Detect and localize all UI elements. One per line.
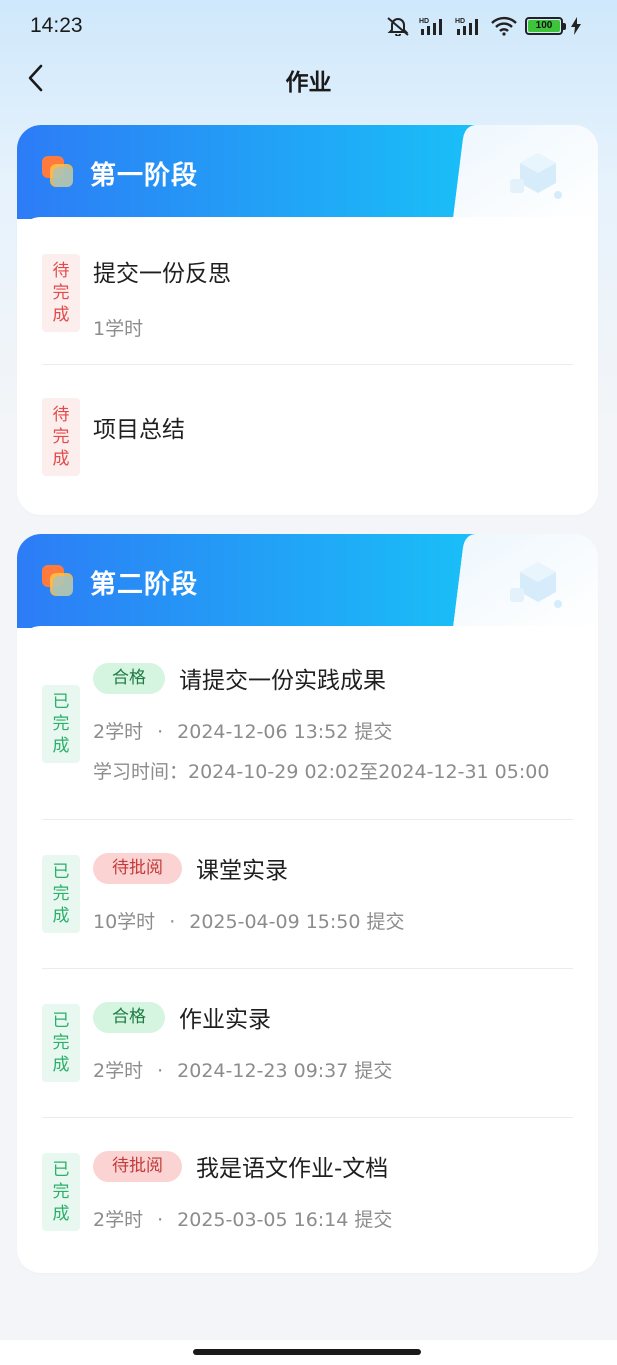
stage-body: 待完成 提交一份反思 1学时 待完成 项目总结: [17, 217, 598, 513]
status-char: 成: [52, 1204, 70, 1224]
stage-header: 第一阶段: [17, 125, 598, 219]
result-pill-pass: 合格: [93, 1001, 165, 1033]
task-title: 我是语文作业-文档: [196, 1156, 389, 1182]
status-tag-pending: 待完成: [42, 398, 80, 476]
task-item[interactable]: 待完成 项目总结: [42, 365, 573, 513]
task-meta: 10学时 · 2025-04-09 15:50 提交: [93, 907, 573, 934]
task-content: 待批阅 我是语文作业-文档 2学时 · 2025-03-05 16:14 提交: [93, 1149, 573, 1268]
status-char: 成: [52, 906, 70, 926]
hd-signal-icon: HD: [455, 18, 478, 35]
hours-text: 2学时: [93, 721, 144, 743]
task-item[interactable]: 已完成 待批阅 课堂实录 10学时 · 2025-04-09 15:50 提交: [42, 820, 573, 969]
hours-text: 2学时: [93, 1060, 144, 1082]
page-title: 作业: [285, 70, 332, 96]
status-char: 完: [52, 427, 70, 447]
submitted-text: 2025-04-09 15:50 提交: [189, 911, 405, 933]
status-char: 完: [52, 714, 70, 734]
result-pill-pass: 合格: [93, 662, 165, 694]
submitted-text: 2024-12-23 09:37 提交: [177, 1060, 393, 1082]
study-time: 学习时间：2024-10-29 02:02至2024-12-31 05:00: [93, 761, 550, 783]
task-meta: 2学时 · 2024-12-23 09:37 提交: [93, 1056, 573, 1083]
result-pill-review: 待批阅: [93, 1150, 182, 1182]
result-pill-review: 待批阅: [93, 852, 182, 884]
status-char: 完: [52, 283, 70, 303]
task-content: 合格 作业实录 2学时 · 2024-12-23 09:37 提交: [93, 1000, 573, 1117]
cube-decoration-icon: [510, 562, 562, 608]
task-meta: 2学时 · 2025-03-05 16:14 提交: [93, 1205, 573, 1232]
wifi-icon: [491, 16, 517, 36]
hours-text: 2学时: [93, 1209, 144, 1231]
status-tag-done: 已完成: [42, 1153, 80, 1231]
task-title: 请提交一份实践成果: [179, 668, 386, 694]
task-title: 项目总结: [93, 417, 185, 443]
hours-text: 1学时: [93, 318, 144, 340]
stage-title: 第一阶段: [90, 161, 199, 191]
status-tag-pending: 待完成: [42, 254, 80, 332]
stage-title: 第二阶段: [90, 570, 199, 600]
stage-icon: [42, 156, 73, 187]
task-title-row: 待批阅 我是语文作业-文档: [93, 1149, 573, 1183]
task-title: 提交一份反思: [93, 261, 231, 287]
task-hours: 1学时: [93, 314, 573, 341]
status-char: 已: [52, 862, 70, 882]
separator-dot: ·: [169, 911, 176, 933]
task-title: 课堂实录: [196, 858, 288, 884]
task-item[interactable]: 已完成 合格 请提交一份实践成果 2学时 · 2024-12-06 13:52 提交…: [42, 626, 573, 820]
stage-card-2: 第二阶段 已完成 合格 请提交一份实践成果 2学时 · 2024-12-06 13:…: [17, 534, 598, 1273]
status-char: 成: [52, 736, 70, 756]
status-tag-done: 已完成: [42, 1004, 80, 1082]
task-meta: 2学时 · 2024-12-06 13:52 提交: [93, 717, 573, 744]
task-item[interactable]: 已完成 待批阅 我是语文作业-文档 2学时 · 2025-03-05 16:14 提…: [42, 1118, 573, 1268]
status-char: 完: [52, 884, 70, 904]
svg-text:HD: HD: [455, 18, 465, 25]
stage-body: 已完成 合格 请提交一份实践成果 2学时 · 2024-12-06 13:52 提交…: [17, 626, 598, 1268]
status-char: 已: [52, 1011, 70, 1031]
nav-bar: 作业: [0, 54, 617, 104]
task-content: 合格 请提交一份实践成果 2学时 · 2024-12-06 13:52 提交 学习时…: [93, 661, 573, 819]
svg-text:HD: HD: [419, 18, 429, 25]
status-char: 成: [52, 305, 70, 325]
status-char: 已: [52, 692, 70, 712]
battery-icon: 100: [525, 17, 566, 35]
task-title-row: 合格 作业实录: [93, 1000, 573, 1034]
status-char: 完: [52, 1033, 70, 1053]
hd-signal-icon: HD: [419, 18, 442, 35]
task-title-row: 合格 请提交一份实践成果: [93, 661, 573, 695]
submitted-text: 2025-03-05 16:14 提交: [177, 1209, 393, 1231]
cube-decoration-icon: [510, 153, 562, 199]
task-item[interactable]: 已完成 合格 作业实录 2学时 · 2024-12-23 09:37 提交: [42, 969, 573, 1118]
task-item[interactable]: 待完成 提交一份反思 1学时: [42, 217, 573, 365]
separator-dot: ·: [157, 721, 164, 743]
status-icons: HD HD 100: [385, 16, 581, 36]
status-bar: 14:23 HD HD 100: [0, 0, 617, 54]
separator-dot: ·: [157, 1209, 164, 1231]
status-char: 成: [52, 449, 70, 469]
status-tag-done: 已完成: [42, 685, 80, 763]
stage-header: 第二阶段: [17, 534, 598, 628]
submitted-text: 2024-12-06 13:52 提交: [177, 721, 393, 743]
status-char: 待: [52, 405, 70, 425]
hours-text: 10学时: [93, 911, 156, 933]
task-content: 待批阅 课堂实录 10学时 · 2025-04-09 15:50 提交: [93, 851, 573, 968]
status-char: 已: [52, 1160, 70, 1180]
home-indicator[interactable]: [193, 1349, 421, 1355]
status-char: 待: [52, 261, 70, 281]
stage-icon: [42, 565, 73, 596]
stage-card-1: 第一阶段 待完成 提交一份反思 1学时 待完成 项目总结: [17, 125, 598, 515]
status-char: 成: [52, 1055, 70, 1075]
mute-bell-icon: [387, 17, 409, 36]
charging-icon: [571, 17, 581, 35]
status-char: 完: [52, 1182, 70, 1202]
separator-dot: ·: [157, 1060, 164, 1082]
task-content: 提交一份反思 1学时: [93, 254, 573, 364]
battery-level: 100: [528, 20, 560, 32]
task-title-row: 待批阅 课堂实录: [93, 851, 573, 885]
status-time: 14:23: [30, 14, 83, 37]
task-content: 项目总结: [93, 398, 573, 513]
task-title: 作业实录: [179, 1007, 271, 1033]
status-tag-done: 已完成: [42, 855, 80, 933]
